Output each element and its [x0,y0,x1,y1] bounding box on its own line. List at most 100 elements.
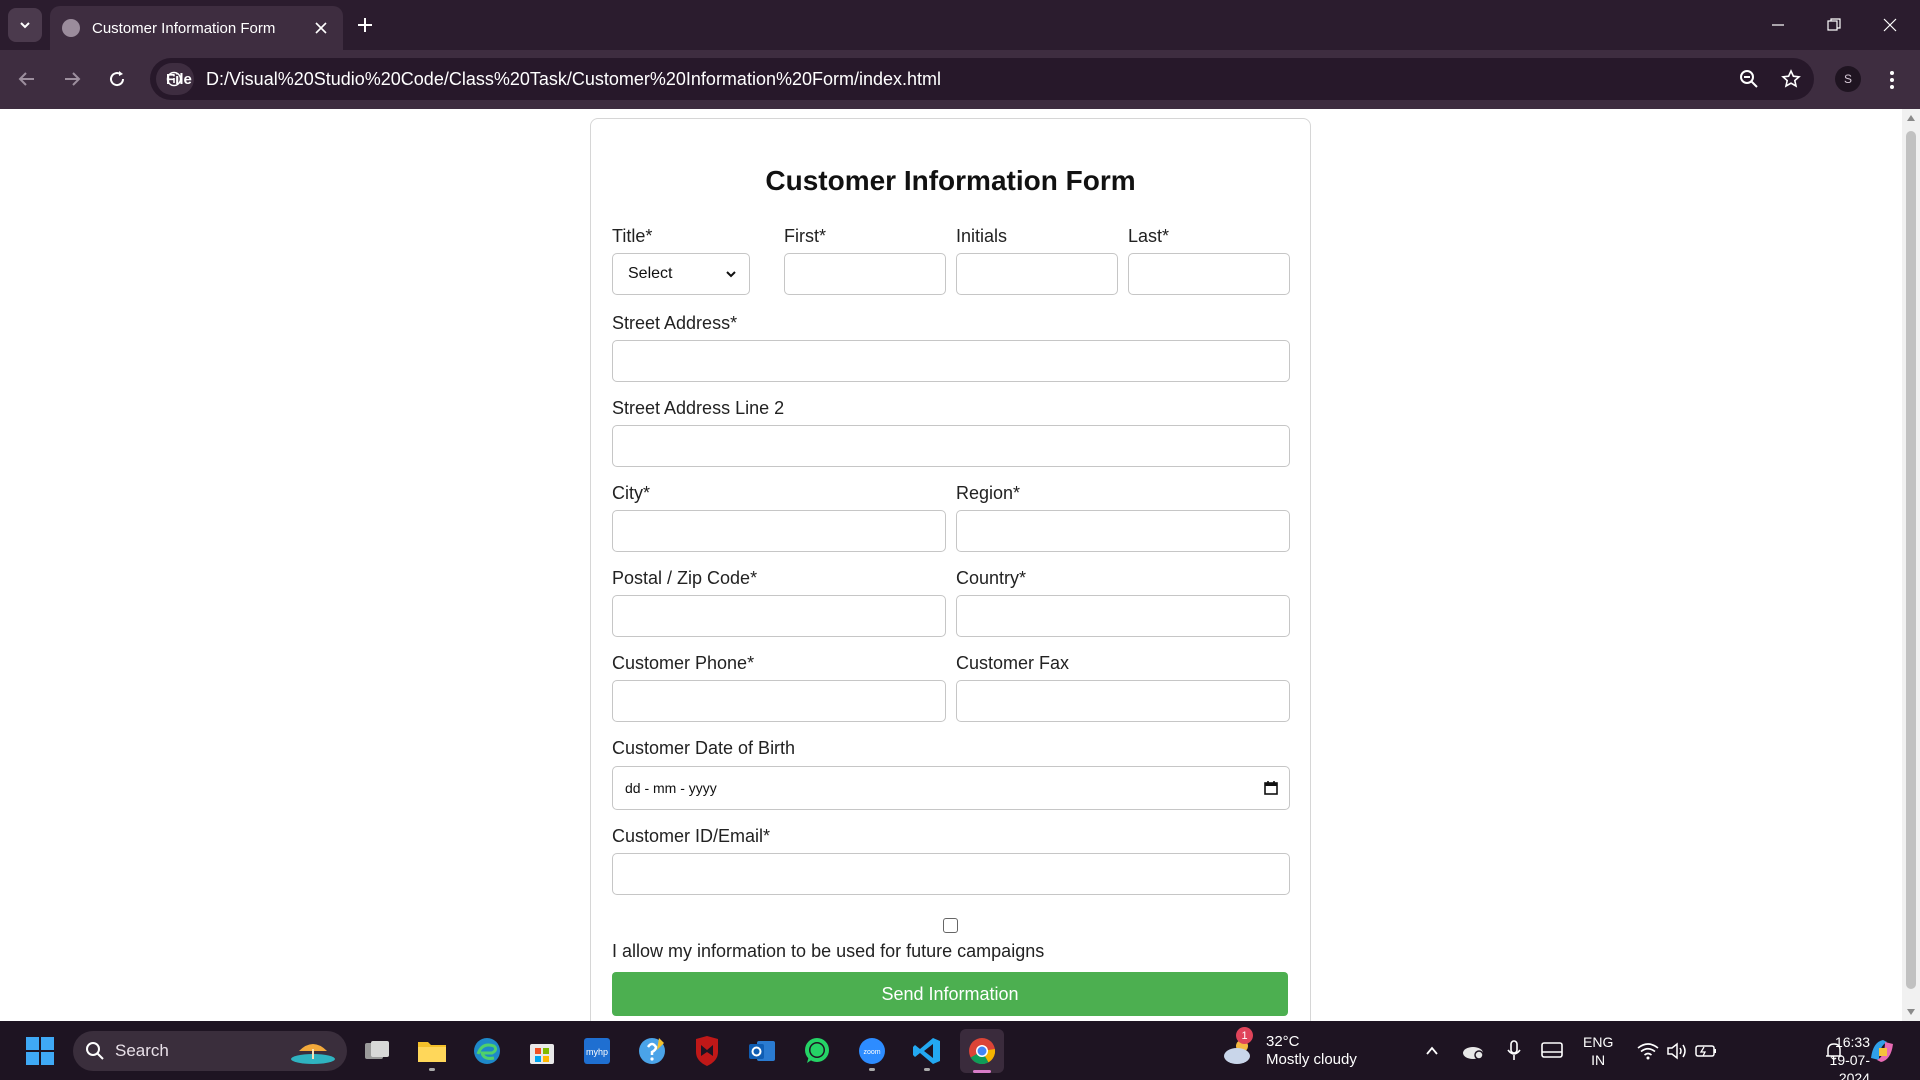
search-highlight-icon [289,1037,337,1065]
back-button[interactable] [12,64,42,94]
wifi-icon[interactable] [1636,1039,1660,1063]
notifications-bell-icon[interactable] [1822,1039,1846,1063]
task-view-button[interactable] [355,1029,399,1073]
weather-widget[interactable]: 1 32°C Mostly cloudy [1222,1027,1357,1073]
last-name-label: Last* [1128,226,1170,246]
country-input[interactable] [956,595,1290,637]
weather-notification-badge: 1 [1236,1027,1253,1044]
first-name-label: First* [784,226,826,246]
email-input[interactable] [612,853,1290,895]
window-close-button[interactable] [1862,0,1918,50]
whatsapp-icon [805,1038,829,1063]
fax-input[interactable] [956,680,1290,722]
weather-desc: Mostly cloudy [1266,1051,1357,1068]
help-icon [639,1038,665,1064]
file-explorer-button[interactable] [410,1029,454,1073]
chevron-up-icon [1426,1046,1438,1055]
postal-code-input[interactable] [612,595,946,637]
country-label: Country* [956,568,1027,588]
postal-code-label: Postal / Zip Code* [612,568,758,588]
city-input[interactable] [612,510,946,552]
send-information-button[interactable]: Send Information [612,972,1288,1016]
whatsapp-button[interactable] [795,1029,839,1073]
onedrive-tray-icon[interactable] [1461,1039,1485,1063]
page-viewport: Customer Information Form Title* Select … [0,109,1902,1021]
language-code: ENG [1583,1034,1614,1050]
street-address-line2-input[interactable] [612,425,1290,467]
new-tab-button[interactable] [352,12,378,38]
volume-icon[interactable] [1665,1039,1689,1063]
region-input[interactable] [956,510,1290,552]
language-region: IN [1591,1052,1606,1068]
chrome-icon [969,1038,996,1065]
microphone-icon[interactable] [1502,1039,1526,1063]
scrollbar-thumb[interactable] [1906,131,1916,989]
title-select-value: Select [628,265,673,282]
bookmark-star-icon[interactable] [1776,64,1806,94]
initials-input[interactable] [956,253,1118,295]
dob-date-input[interactable]: dd - mm - yyyy [612,766,1290,810]
forward-button[interactable] [57,64,87,94]
site-info-chip[interactable]: File [156,63,194,95]
edge-icon [474,1038,500,1064]
scroll-down-arrow-icon[interactable] [1907,1009,1915,1015]
street-address-input[interactable] [612,340,1290,382]
window-minimize-button[interactable] [1750,0,1806,50]
restore-icon [1827,18,1841,31]
arrow-left-icon [18,72,34,86]
battery-icon[interactable] [1694,1039,1718,1063]
display-tray-icon[interactable] [1540,1039,1564,1063]
street-address-label: Street Address* [612,313,738,333]
chevron-down-icon [726,271,736,278]
region-label: Region* [956,483,1021,503]
outlook-button[interactable] [740,1029,784,1073]
reload-icon [110,71,125,87]
zoom-icon[interactable] [1734,64,1764,94]
mcafee-button[interactable] [685,1029,729,1073]
microsoft-store-button[interactable] [520,1029,564,1073]
calendar-icon[interactable] [1263,780,1279,796]
store-icon [530,1044,554,1064]
browser-menu-button[interactable] [1877,65,1907,95]
address-bar[interactable]: File D:/Visual%20Studio%20Code/Class%20T… [150,58,1814,100]
zoom-button[interactable]: zoom [850,1029,894,1073]
myhp-button[interactable]: myhp [575,1029,619,1073]
fax-label: Customer Fax [956,653,1070,673]
consent-checkbox[interactable] [943,918,958,933]
page-scrollbar[interactable] [1902,109,1920,1021]
search-icon [86,1042,104,1060]
first-name-input[interactable] [784,253,946,295]
title-select[interactable]: Select [612,253,750,295]
show-hidden-icons-button[interactable] [1420,1039,1444,1063]
tab-close-icon[interactable] [311,18,331,38]
url-text[interactable]: D:/Visual%20Studio%20Code/Class%20Task/C… [206,69,941,90]
copilot-icon[interactable] [1866,1035,1898,1067]
phone-input[interactable] [612,680,946,722]
chrome-button[interactable] [960,1029,1004,1073]
scroll-up-arrow-icon[interactable] [1907,115,1915,121]
windows-logo-icon [26,1037,54,1065]
minimize-icon [1772,24,1784,26]
language-indicator[interactable]: ENG IN [1583,1033,1613,1069]
vscode-button[interactable] [905,1029,949,1073]
profile-avatar[interactable]: S [1835,66,1861,92]
hp-support-button[interactable] [630,1029,674,1073]
reload-button[interactable] [102,64,132,94]
title-label: Title* [612,226,653,246]
window-restore-button[interactable] [1806,0,1862,50]
edge-browser-button[interactable] [465,1029,509,1073]
taskbar-search-box[interactable]: Search [73,1031,347,1071]
outlook-icon [749,1041,775,1061]
myhp-icon: myhp [584,1038,610,1064]
customer-form-card: Customer Information Form Title* Select … [590,118,1311,1021]
close-icon [1883,18,1897,32]
last-name-input[interactable] [1128,253,1290,295]
start-button[interactable] [18,1029,62,1073]
chevron-down-icon [20,22,30,29]
task-view-icon [365,1041,389,1059]
browser-tab-active[interactable]: Customer Information Form [50,6,343,50]
search-placeholder: Search [115,1041,169,1060]
dob-placeholder: dd - mm - yyyy [625,780,717,796]
globe-icon [62,19,80,37]
tab-search-button[interactable] [8,8,42,42]
